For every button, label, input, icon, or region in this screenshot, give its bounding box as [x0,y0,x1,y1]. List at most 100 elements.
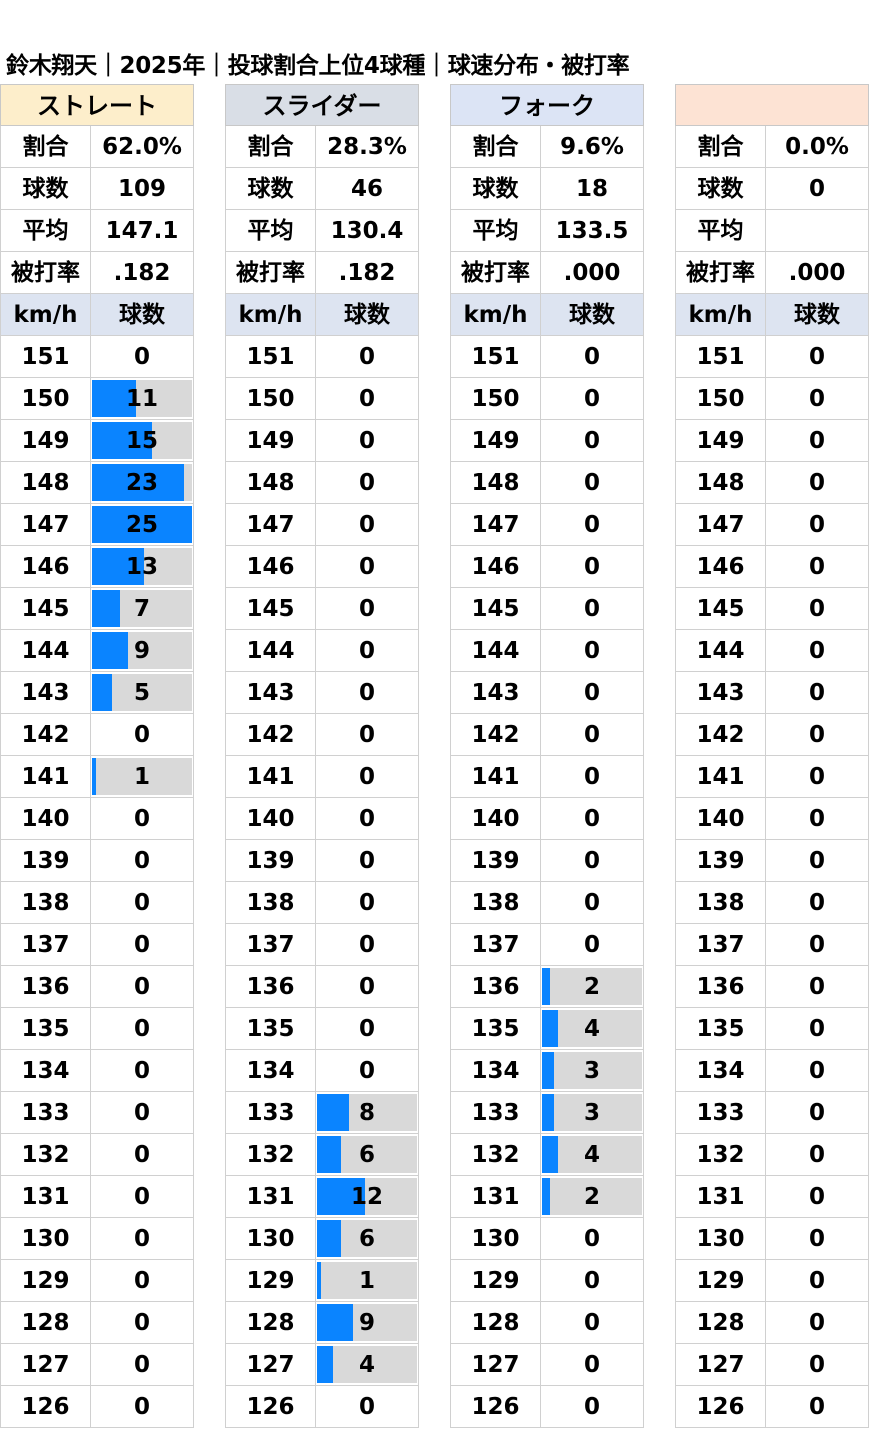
stat-value: .182 [91,252,194,294]
pitch-count-cell: 0 [541,798,644,840]
pitch-count-cell: 0 [91,1008,194,1050]
speed-row: 129 0 [450,1260,644,1302]
speed-value: 137 [675,924,766,966]
pitch-count-cell: 0 [541,588,644,630]
pitch-count-cell: 0 [91,1386,194,1428]
count-column-header: 球数 [91,294,194,336]
speed-row: 139 0 [450,840,644,882]
pitch-name-header: ストレート [0,84,194,126]
speed-value: 144 [450,630,541,672]
count-label: 0 [808,890,825,916]
pitch-count-cell: 1 [91,756,194,798]
speed-value: 148 [675,462,766,504]
stat-row: 被打率 .000 [450,252,644,294]
count-label: 13 [125,554,158,580]
pitch-count-cell: 0 [316,462,419,504]
speed-row: 140 0 [450,798,644,840]
count-bar [542,1010,558,1047]
speed-row: 130 6 [225,1218,419,1260]
pitch-count-cell: 0 [766,798,869,840]
speed-row: 127 0 [0,1344,194,1386]
speed-row: 128 0 [0,1302,194,1344]
speed-value: 135 [0,1008,91,1050]
speed-value: 134 [675,1050,766,1092]
speed-value: 126 [225,1386,316,1428]
count-label: 0 [808,1058,825,1084]
speed-row: 126 0 [450,1386,644,1428]
speed-value: 128 [225,1302,316,1344]
speed-value: 128 [675,1302,766,1344]
count-column-header: 球数 [541,294,644,336]
count-column-header: 球数 [316,294,419,336]
speed-value: 145 [225,588,316,630]
speed-value: 149 [225,420,316,462]
speed-value: 126 [675,1386,766,1428]
stat-label: 割合 [225,126,316,168]
speed-row: 141 1 [0,756,194,798]
count-label: 0 [583,554,600,580]
stat-value: 9.6% [541,126,644,168]
pitch-count-cell: 0 [541,462,644,504]
pitch-count-cell: 0 [541,1344,644,1386]
speed-row: 144 9 [0,630,194,672]
speed-value: 131 [0,1176,91,1218]
pitch-table: フォーク 割合 9.6% 球数 18 平均 133.5 被打率 .000 km/h 球数 151 0 15… [450,84,644,1428]
speed-value: 143 [450,672,541,714]
stat-row: 被打率 .182 [0,252,194,294]
count-label: 0 [133,344,150,370]
speed-value: 137 [225,924,316,966]
speed-row: 141 0 [675,756,869,798]
speed-column-header: km/h [225,294,316,336]
count-label: 0 [808,1100,825,1126]
count-label: 0 [133,806,150,832]
pitch-count-cell: 0 [766,1134,869,1176]
speed-row: 146 0 [450,546,644,588]
speed-value: 144 [0,630,91,672]
speed-row: 147 25 [0,504,194,546]
count-label: 11 [125,386,158,412]
count-bar [317,1304,353,1341]
pitch-count-cell: 0 [541,630,644,672]
speed-row: 145 0 [225,588,419,630]
pitch-count-cell: 0 [91,798,194,840]
count-label: 0 [583,764,600,790]
speed-row: 135 0 [225,1008,419,1050]
speed-row: 139 0 [225,840,419,882]
pitch-count-cell: 9 [91,630,194,672]
count-label: 0 [133,974,150,1000]
speed-row: 128 0 [675,1302,869,1344]
count-label: 0 [358,680,375,706]
stat-value: 0.0% [766,126,869,168]
count-label: 0 [358,848,375,874]
stat-value: 46 [316,168,419,210]
speed-row: 128 9 [225,1302,419,1344]
speed-row: 140 0 [225,798,419,840]
pitch-count-cell: 0 [316,336,419,378]
speed-row: 133 0 [675,1092,869,1134]
pitch-count-cell: 8 [316,1092,419,1134]
count-label: 0 [583,932,600,958]
count-label: 0 [808,722,825,748]
stat-label: 被打率 [675,252,766,294]
speed-value: 150 [450,378,541,420]
pitch-count-cell: 0 [91,1092,194,1134]
pitch-count-cell: 1 [316,1260,419,1302]
stat-row: 平均 [675,210,869,252]
speed-value: 132 [450,1134,541,1176]
speed-row: 132 4 [450,1134,644,1176]
speed-row: 145 0 [675,588,869,630]
pitch-count-cell: 0 [766,1218,869,1260]
stat-label: 被打率 [450,252,541,294]
count-label: 0 [583,1352,600,1378]
count-bar [317,1346,333,1383]
speed-row: 142 0 [225,714,419,756]
pitch-table: 割合 0.0% 球数 0 平均 被打率 .000 km/h 球数 151 0 150 0 149 0 148 0… [675,84,869,1428]
speed-row: 136 0 [675,966,869,1008]
stat-row: 割合 62.0% [0,126,194,168]
speed-value: 132 [675,1134,766,1176]
count-label: 0 [808,1352,825,1378]
count-bar [317,1262,321,1299]
speed-row: 144 0 [450,630,644,672]
speed-value: 133 [675,1092,766,1134]
speed-row: 132 0 [675,1134,869,1176]
